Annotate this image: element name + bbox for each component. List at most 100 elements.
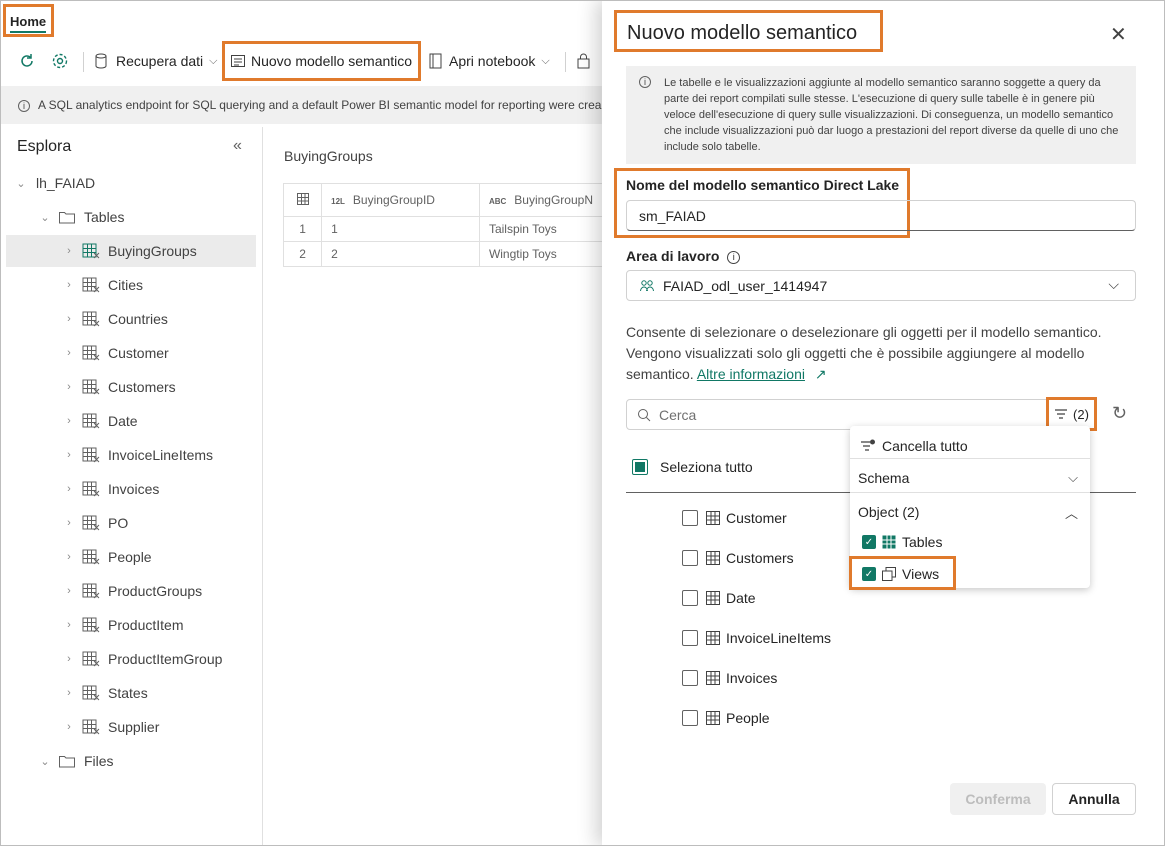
sidebar-item-table[interactable]: › Cities: [6, 269, 256, 301]
tables-option-label: Tables: [902, 534, 943, 550]
object-list-item[interactable]: Customers: [682, 548, 794, 568]
info-icon: i: [18, 100, 30, 112]
object-checkbox[interactable]: [682, 670, 698, 686]
schema-label: Schema: [858, 470, 910, 486]
object-checkbox[interactable]: [682, 710, 698, 726]
collapse-pane-icon[interactable]: «: [233, 137, 242, 155]
table-icon: [82, 379, 100, 395]
tree-files-folder[interactable]: ⌄ Files: [38, 745, 258, 777]
chevron-down-icon: ⌵: [1068, 470, 1078, 485]
learn-more-link[interactable]: Altre informazioni: [697, 366, 805, 382]
sidebar-item-table[interactable]: › ProductItem: [6, 609, 256, 641]
toolbar-divider: [565, 52, 566, 72]
workspace-select[interactable]: FAIAD_odl_user_1414947 ⌵: [626, 270, 1136, 301]
object-list-item[interactable]: InvoiceLineItems: [682, 628, 831, 648]
table-icon: [82, 311, 100, 327]
table-label: Date: [108, 413, 138, 429]
tree-tables-folder[interactable]: ⌄ Tables: [38, 201, 258, 233]
chevron-down-icon: ⌄: [16, 177, 26, 190]
object-checkbox[interactable]: [682, 510, 698, 526]
open-notebook-button[interactable]: Apri notebook ⌵: [428, 40, 550, 82]
column-header[interactable]: ABC BuyingGroupN: [478, 183, 604, 217]
object-section[interactable]: Object (2) ︿: [850, 500, 1090, 524]
column-header[interactable]: 12L BuyingGroupID: [321, 183, 480, 217]
sidebar-item-table[interactable]: › ProductItemGroup: [6, 643, 256, 675]
clear-all-item[interactable]: Cancella tutto: [850, 434, 1090, 458]
explorer-title: Esplora: [17, 138, 72, 155]
sidebar-item-table[interactable]: › Invoices: [6, 473, 256, 505]
sidebar-item-table[interactable]: › Date: [6, 405, 256, 437]
search-placeholder: Cerca: [659, 406, 697, 423]
info-icon[interactable]: i: [727, 251, 741, 264]
refresh-icon[interactable]: ↻: [1112, 403, 1127, 424]
sidebar-item-table[interactable]: › ProductGroups: [6, 575, 256, 607]
notice-text: Le tabelle e le visualizzazioni aggiunte…: [664, 77, 1119, 153]
object-checkbox[interactable]: [682, 550, 698, 566]
table-icon: [82, 345, 100, 361]
object-checkbox[interactable]: [682, 630, 698, 646]
tree-lakehouse[interactable]: ⌄ lh_FAIAD: [14, 167, 264, 199]
chevron-down-icon: ⌵: [1108, 276, 1119, 292]
refresh-button[interactable]: [18, 40, 36, 82]
confirm-button[interactable]: Conferma: [950, 783, 1046, 815]
menu-divider: [850, 458, 1090, 459]
sidebar-item-table[interactable]: › InvoiceLineItems: [6, 439, 256, 471]
object-checkbox[interactable]: [682, 590, 698, 606]
chevron-down-icon: ⌵: [541, 54, 550, 67]
refresh-icon: [21, 54, 33, 67]
schema-section[interactable]: Schema ⌵: [850, 466, 1090, 490]
object-label: People: [726, 710, 770, 726]
table-icon: [82, 243, 100, 259]
table-icon: [296, 192, 309, 205]
chevron-down-icon: ⌄: [40, 211, 50, 224]
chevron-right-icon: ›: [67, 313, 71, 325]
get-data-label: Recupera dati: [116, 53, 204, 69]
table-icon: [82, 447, 100, 463]
sidebar-item-table[interactable]: › Countries: [6, 303, 256, 335]
tab-home[interactable]: Home: [3, 4, 54, 37]
cancel-button[interactable]: Annulla: [1052, 783, 1136, 815]
sidebar-item-table[interactable]: › Customers: [6, 371, 256, 403]
select-all-checkbox[interactable]: [632, 459, 648, 475]
select-all[interactable]: Seleziona tutto: [632, 459, 753, 475]
menu-divider: [850, 492, 1090, 493]
table-label: ProductItem: [108, 617, 184, 633]
sidebar-item-table[interactable]: › Supplier: [6, 711, 256, 743]
info-icon: i: [639, 76, 651, 88]
object-label: Date: [726, 590, 756, 606]
chevron-right-icon: ›: [67, 245, 71, 257]
table-cell: 2: [321, 241, 480, 267]
table-label: People: [108, 549, 152, 565]
sidebar-item-table[interactable]: › Customer: [6, 337, 256, 369]
object-list-item[interactable]: Customer: [682, 508, 787, 528]
chevron-right-icon: ›: [67, 721, 71, 733]
get-data-button[interactable]: Recupera dati ⌵: [94, 40, 218, 82]
column-name: BuyingGroupID: [352, 193, 435, 207]
model-name-input[interactable]: sm_FAIAD: [626, 200, 1136, 231]
settings-button[interactable]: [51, 40, 69, 82]
object-label: Invoices: [726, 670, 778, 686]
sidebar-item-table[interactable]: › BuyingGroups: [6, 235, 256, 267]
sidebar-item-table[interactable]: › People: [6, 541, 256, 573]
preview-title: BuyingGroups: [284, 148, 373, 164]
sidebar-item-table[interactable]: › States: [6, 677, 256, 709]
chevron-right-icon: ›: [67, 653, 71, 665]
filter-option-tables[interactable]: ✓ Tables: [850, 532, 1090, 552]
table-icon: [706, 711, 720, 725]
close-icon[interactable]: ✕: [1110, 22, 1127, 47]
object-list-item[interactable]: Date: [682, 588, 756, 608]
chevron-right-icon: ›: [67, 483, 71, 495]
table-label: ProductGroups: [108, 583, 203, 599]
object-list-item[interactable]: People: [682, 708, 770, 728]
table-row: 2 2 Wingtip Toys: [282, 241, 604, 267]
table-label: PO: [108, 515, 129, 531]
object-list-item[interactable]: Invoices: [682, 668, 777, 688]
checkbox-checked[interactable]: ✓: [862, 535, 876, 549]
info-bar-text: A SQL analytics endpoint for SQL queryin…: [38, 98, 602, 112]
table-icon: [882, 535, 896, 549]
sidebar-item-table[interactable]: › PO: [6, 507, 256, 539]
lock-button[interactable]: [576, 40, 592, 82]
table-label: ProductItemGroup: [108, 651, 223, 667]
highlight-new-semantic-model: [222, 41, 421, 81]
object-label: Customers: [726, 550, 794, 566]
